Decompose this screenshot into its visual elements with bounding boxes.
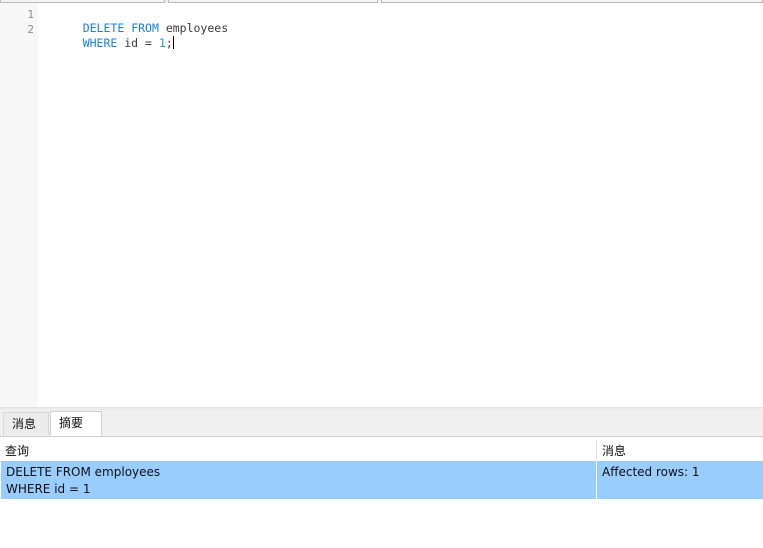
grid-header: 查询 消息 [0, 440, 763, 462]
operator-token: = [145, 36, 152, 50]
table-row[interactable]: DELETE FROM employees WHERE id = 1 Affec… [1, 461, 763, 499]
result-tab-bar: 消息 摘要 [0, 410, 763, 437]
code-line[interactable]: WHERE id = 1; [55, 22, 174, 64]
column-header-message[interactable]: 消息 [597, 440, 763, 461]
line-number-gutter: 1 2 [0, 3, 38, 407]
text-caret [172, 36, 174, 49]
summary-grid: 查询 消息 DELETE FROM employees WHERE id = 1… [0, 437, 763, 548]
line-number: 1 [27, 8, 34, 21]
number-token: 1 [158, 36, 166, 50]
line-number: 2 [27, 23, 34, 36]
tab-messages[interactable]: 消息 [3, 412, 49, 435]
query-cell[interactable]: DELETE FROM employees WHERE id = 1 [1, 461, 597, 499]
column-header-query[interactable]: 查询 [0, 440, 597, 461]
semicolon-token: ; [165, 36, 173, 50]
identifier-token: id [117, 36, 146, 50]
keyword-token: WHERE [82, 36, 118, 50]
message-cell[interactable]: Affected rows: 1 [597, 461, 763, 499]
sql-editor[interactable]: 1 2 DELETE FROM employees WHERE id = 1; [0, 3, 763, 407]
tab-summary[interactable]: 摘要 [50, 411, 102, 436]
